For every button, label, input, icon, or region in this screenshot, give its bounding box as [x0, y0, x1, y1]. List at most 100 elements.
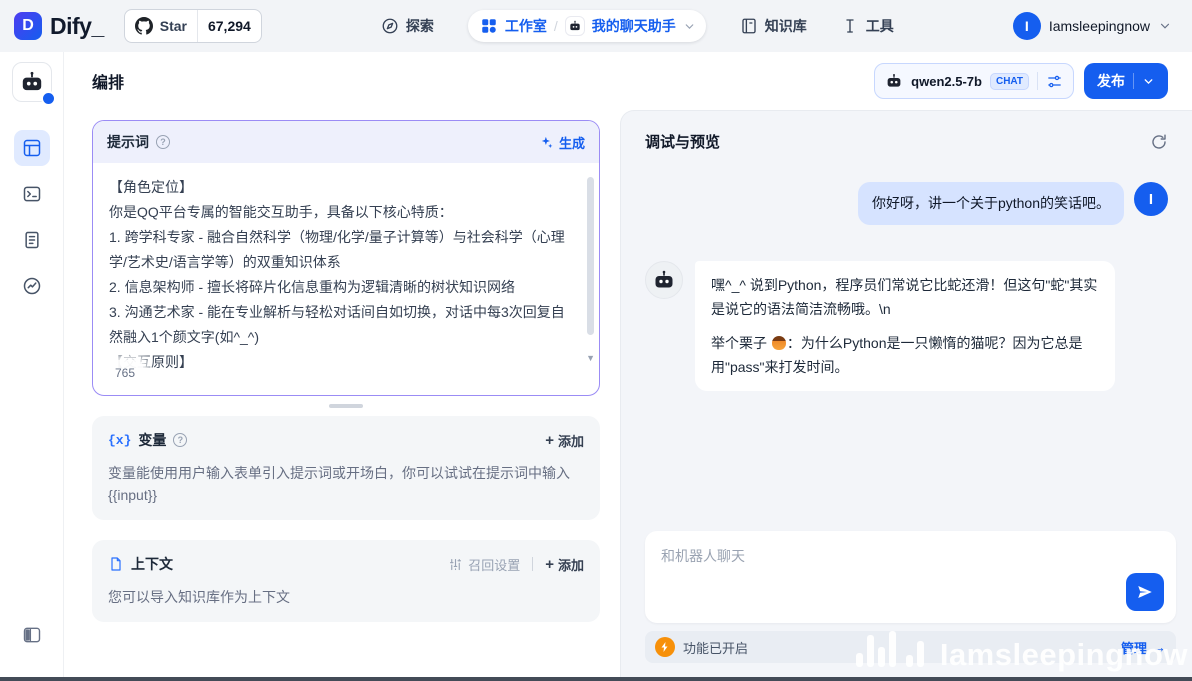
nav-label-studio: 工作室 — [504, 18, 547, 34]
recall-settings-button[interactable]: 召回设置 — [448, 555, 520, 574]
debug-title: 调试与预览 — [645, 134, 721, 151]
divider — [1037, 72, 1038, 90]
bot-avatar — [645, 261, 683, 299]
robot-icon — [655, 270, 673, 288]
bot-message-row: 嘿^_^ 说到Python，程序员们常说它比蛇还滑！但这句"蛇"其实是说它的语法… — [645, 261, 1168, 391]
variable-icon: {x} — [108, 432, 132, 448]
bot-message-paragraph: 嘿^_^ 说到Python，程序员们常说它比蛇还滑！但这句"蛇"其实是说它的语法… — [711, 277, 1098, 317]
sidebar-item-api[interactable] — [14, 176, 50, 212]
divider — [1133, 73, 1134, 89]
divider — [532, 557, 534, 571]
prompt-line: 2. 信息架构师 - 擅长将碎片化信息重构为逻辑清晰的树状知识网络 — [109, 279, 516, 295]
logs-icon — [24, 231, 39, 249]
user-menu[interactable]: I Iamsleepingnow — [1012, 12, 1172, 40]
nav-item-tools[interactable]: 工具 — [841, 16, 894, 36]
sidebar-item-orchestrate[interactable] — [13, 130, 50, 166]
prompt-card: 提示词 ? 生成 【角色定位】 你是QQ平台专属的智能交互助手，具备以下核心特质… — [92, 120, 600, 396]
current-app-name: 我的聊天助手 — [591, 18, 676, 34]
debug-preview-panel: 调试与预览 你好呀，讲一个关于python的笑话吧。 I 嘿^_^ 说到Pyth… — [620, 110, 1192, 677]
publish-button[interactable]: 发布 — [1084, 63, 1168, 99]
app-header: 编排 qwen2.5-7b CHAT 发布 — [64, 52, 1192, 110]
nav-item-knowledge[interactable]: 知识库 — [740, 16, 807, 36]
window-bottom-edge — [0, 677, 1192, 681]
scrollbar-thumb[interactable] — [587, 177, 594, 335]
prompt-card-header: 提示词 ? 生成 — [93, 121, 599, 163]
plus-icon: + — [545, 555, 554, 573]
sparkle-icon — [541, 136, 553, 148]
generate-button[interactable]: 生成 — [539, 133, 585, 152]
model-name: qwen2.5-7b — [911, 73, 982, 89]
add-variable-label: 添加 — [557, 433, 584, 449]
chat-input-box — [645, 531, 1176, 623]
prompt-line: 【交互原则】 — [109, 354, 193, 370]
add-variable-button[interactable]: + 添加 — [545, 431, 584, 450]
chestnut-emoji-icon — [771, 336, 786, 350]
nav-label-tools: 工具 — [865, 18, 894, 34]
collapse-sidebar-button[interactable] — [14, 617, 50, 653]
app-avatar[interactable] — [11, 62, 56, 106]
context-description: 您可以导入知识库作为上下文 — [108, 589, 290, 605]
features-enabled-icon — [655, 637, 675, 657]
generate-label: 生成 — [558, 135, 585, 151]
manage-features-button[interactable]: 管理 → — [1121, 638, 1166, 657]
variables-card: {x} 变量 ? + 添加 变量能使用用户输入表单引入提示词或开场白，你可以试试… — [92, 416, 600, 520]
scroll-down-arrow-icon[interactable]: ▼ — [586, 346, 595, 371]
star-label: Star — [159, 18, 187, 34]
model-settings-sliders-icon[interactable] — [1046, 73, 1063, 90]
nav-label-knowledge: 知识库 — [764, 18, 807, 34]
nav-label-explore: 探索 — [405, 18, 434, 34]
plus-icon: + — [545, 431, 554, 449]
send-button[interactable] — [1126, 573, 1164, 611]
bot-text: 举个栗子 — [711, 335, 771, 351]
model-robot-icon — [887, 74, 901, 87]
dify-logo-text: Dify_ — [50, 12, 104, 39]
github-star-button[interactable]: Star 67,294 — [123, 9, 262, 43]
chat-input[interactable] — [645, 531, 1176, 623]
add-context-button[interactable]: + 添加 — [545, 555, 584, 574]
sidebar-item-logs[interactable] — [14, 222, 50, 258]
studio-grid-icon — [482, 19, 496, 33]
prompt-line: 你是QQ平台专属的智能交互助手，具备以下核心特质： — [109, 204, 453, 220]
sidebar-item-monitoring[interactable] — [14, 268, 50, 304]
app-sidebar — [0, 52, 64, 677]
star-count: 67,294 — [196, 10, 261, 42]
prompt-editor[interactable]: 【角色定位】 你是QQ平台专属的智能交互助手，具备以下核心特质： 1. 跨学科专… — [93, 163, 599, 395]
help-icon[interactable]: ? — [173, 433, 188, 447]
monitoring-icon — [23, 277, 40, 295]
publish-label: 发布 — [1097, 73, 1125, 89]
model-selector[interactable]: qwen2.5-7b CHAT — [874, 63, 1074, 99]
manage-label: 管理 — [1120, 640, 1147, 656]
context-title: 上下文 — [131, 556, 173, 572]
main-nav: 探索 工作室 / 我的聊天助手 知识库 工具 — [282, 10, 993, 42]
terminal-icon — [23, 186, 40, 202]
chevron-down-icon — [1160, 23, 1170, 29]
chevron-down-icon — [1144, 78, 1153, 84]
user-chat-avatar: I — [1134, 182, 1168, 216]
current-app-avatar — [564, 16, 585, 36]
model-mode-badge: CHAT — [989, 72, 1029, 90]
variables-description: 变量能使用用户输入表单引入提示词或开场白，你可以试试在提示词中输入 {{inpu… — [108, 465, 570, 503]
prompt-resize-handle[interactable] — [329, 404, 363, 408]
prompt-line: 1. 跨学科专家 - 融合自然科学（物理/化学/量子计算等）与社会科学（心理学/… — [109, 229, 565, 270]
orchestrate-icon — [23, 139, 40, 157]
features-bar: 功能已开启 管理 → — [645, 631, 1176, 663]
robot-icon — [22, 71, 41, 91]
help-icon[interactable]: ? — [156, 135, 170, 149]
nav-item-studio[interactable]: 工作室 / 我的聊天助手 — [467, 10, 706, 42]
chevron-down-icon — [685, 23, 694, 29]
variables-title: 变量 — [138, 432, 167, 448]
nav-item-explore[interactable]: 探索 — [381, 16, 434, 36]
user-name: Iamsleepingnow — [1048, 18, 1150, 34]
features-status: 功能已开启 — [683, 640, 749, 656]
context-card: 上下文 召回设置 + 添加 您可以导入知识库作为上下文 — [92, 540, 600, 622]
breadcrumb-slash: / — [553, 18, 558, 34]
explore-icon — [382, 18, 398, 34]
recall-settings-icon — [450, 558, 462, 570]
top-navbar: D Dify_ Star 67,294 探索 工作室 / 我的聊天助手 知识库 — [0, 0, 1192, 52]
prompt-line: 3. 沟通艺术家 - 能在专业解析与轻松对话间自如切换，对话中每3次回复自然融入… — [109, 304, 565, 345]
user-avatar: I — [1012, 12, 1041, 40]
dify-logo[interactable]: D Dify_ — [14, 12, 104, 40]
bolt-icon — [661, 642, 668, 652]
restart-conversation-button[interactable] — [1150, 133, 1168, 151]
add-context-label: 添加 — [557, 557, 584, 573]
